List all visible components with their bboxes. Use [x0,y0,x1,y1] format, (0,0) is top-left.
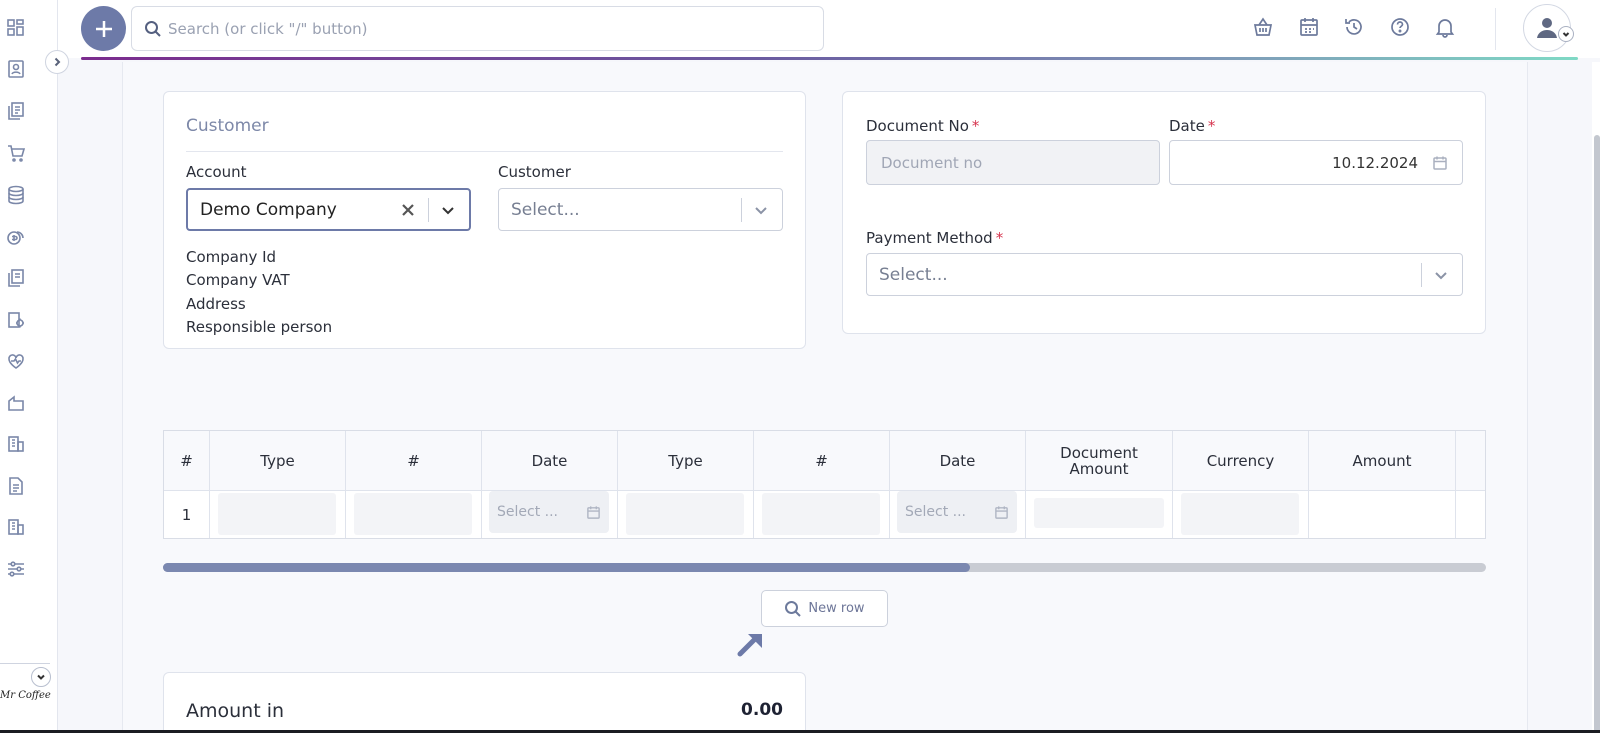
history-icon[interactable] [1341,14,1367,40]
company-icon[interactable] [4,515,28,539]
help-icon[interactable] [1387,14,1413,40]
sidebar-divider [0,663,50,664]
amount-value: 0.00 [741,700,783,720]
payment-method-label: Payment Method * [866,229,1004,247]
file-icon[interactable] [4,474,28,498]
select-separator [428,197,429,222]
search-input[interactable] [168,19,768,38]
column-header[interactable]: Date [890,431,1026,491]
card-divider [186,151,783,152]
basket-icon[interactable] [1250,14,1276,40]
database-icon[interactable] [4,183,28,207]
health-icon[interactable] [4,349,28,373]
calendar-icon [995,505,1008,519]
select-separator [1421,262,1422,287]
document-no-field[interactable]: Document no [866,140,1160,185]
table-cell[interactable]: Select ... [482,491,618,538]
bell-icon[interactable] [1432,14,1458,40]
table-cell[interactable]: Select ... [890,491,1026,538]
chevron-down-icon[interactable] [752,201,770,219]
sidebar: Mr Coffee [0,0,58,733]
date-value: 10.12.2024 [1332,153,1418,172]
table-cell[interactable] [754,491,890,538]
payment-method-select[interactable]: Select... [866,253,1463,296]
column-header[interactable]: # [164,431,210,491]
chevron-down-icon[interactable] [439,201,457,219]
topbar-accent-line [81,57,1578,60]
table-cell[interactable] [1309,491,1456,538]
page-scrollbar-thumb[interactable] [1594,135,1600,733]
table-cell[interactable] [618,491,754,538]
column-header[interactable]: Amount [1309,431,1456,491]
customer-select[interactable]: Select... [498,188,783,231]
chevron-down-icon[interactable] [31,667,51,687]
date-label: Date * [1169,117,1216,135]
user-icon [1537,18,1557,38]
add-button[interactable] [81,6,126,51]
chevron-down-icon[interactable] [1558,26,1574,42]
responsible-person-label: Responsible person [186,318,333,336]
amount-label: Amount in [186,700,285,722]
plus-icon [95,20,112,37]
payment-method-placeholder: Select... [879,264,948,285]
account-value: Demo Company [200,199,337,220]
documents-icon[interactable] [4,99,28,123]
table-scrollbar-thumb[interactable] [163,563,970,572]
table-cell[interactable] [346,491,482,538]
table-cell[interactable] [1026,491,1173,538]
row-index: 1 [164,491,210,538]
account-select[interactable]: Demo Company [186,188,471,231]
search-icon [145,20,161,37]
company-id-label: Company Id [186,248,277,266]
select-separator [741,197,742,222]
address-label: Address [186,295,246,313]
date-select[interactable]: Select ... [897,491,1017,533]
document-no-label: Document No * [866,117,980,135]
column-header[interactable]: # [346,431,482,491]
calendar-icon [587,505,600,519]
column-header[interactable]: C [1456,431,1485,491]
column-header[interactable]: Document Amount [1026,431,1173,491]
search-box[interactable] [131,6,824,51]
company-vat-label: Company VAT [186,271,290,289]
column-header[interactable]: # [754,431,890,491]
date-select[interactable]: Select ... [489,491,609,533]
finance-icon[interactable] [4,225,28,249]
date-field[interactable]: 10.12.2024 [1169,140,1463,185]
cart-icon[interactable] [4,141,28,165]
clear-icon[interactable] [398,200,418,220]
contacts-icon[interactable] [4,57,28,81]
calendar-icon[interactable] [1296,14,1322,40]
search-icon [785,600,802,617]
folder-icon[interactable] [4,391,28,415]
column-header[interactable]: Type [210,431,346,491]
payment-table: # Type # Date Type # Date Document Amoun… [163,430,1486,539]
dashboard-icon[interactable] [4,16,28,40]
pointer-arrow-icon [736,628,766,658]
calendar-icon[interactable] [1432,155,1448,171]
reports-icon[interactable] [4,266,28,290]
customer-card-title: Customer [186,116,269,136]
customer-placeholder: Select... [511,199,580,220]
brand-logo: Mr Coffee [0,690,51,701]
customer-label: Customer [498,163,571,181]
table-cell[interactable] [210,491,346,538]
sliders-icon[interactable] [4,557,28,581]
settings-document-icon[interactable] [4,308,28,332]
column-header[interactable]: Date [482,431,618,491]
topbar-separator [1495,8,1496,50]
column-header[interactable]: Type [618,431,754,491]
building-icon[interactable] [4,432,28,456]
table-cell[interactable] [1173,491,1309,538]
account-label: Account [186,163,247,181]
chevron-down-icon[interactable] [1432,266,1450,284]
table-cell[interactable] [1456,491,1485,538]
new-row-button[interactable]: New row [761,590,888,627]
expand-sidebar-icon[interactable] [45,50,69,74]
new-row-label: New row [808,601,865,616]
column-header[interactable]: Currency [1173,431,1309,491]
